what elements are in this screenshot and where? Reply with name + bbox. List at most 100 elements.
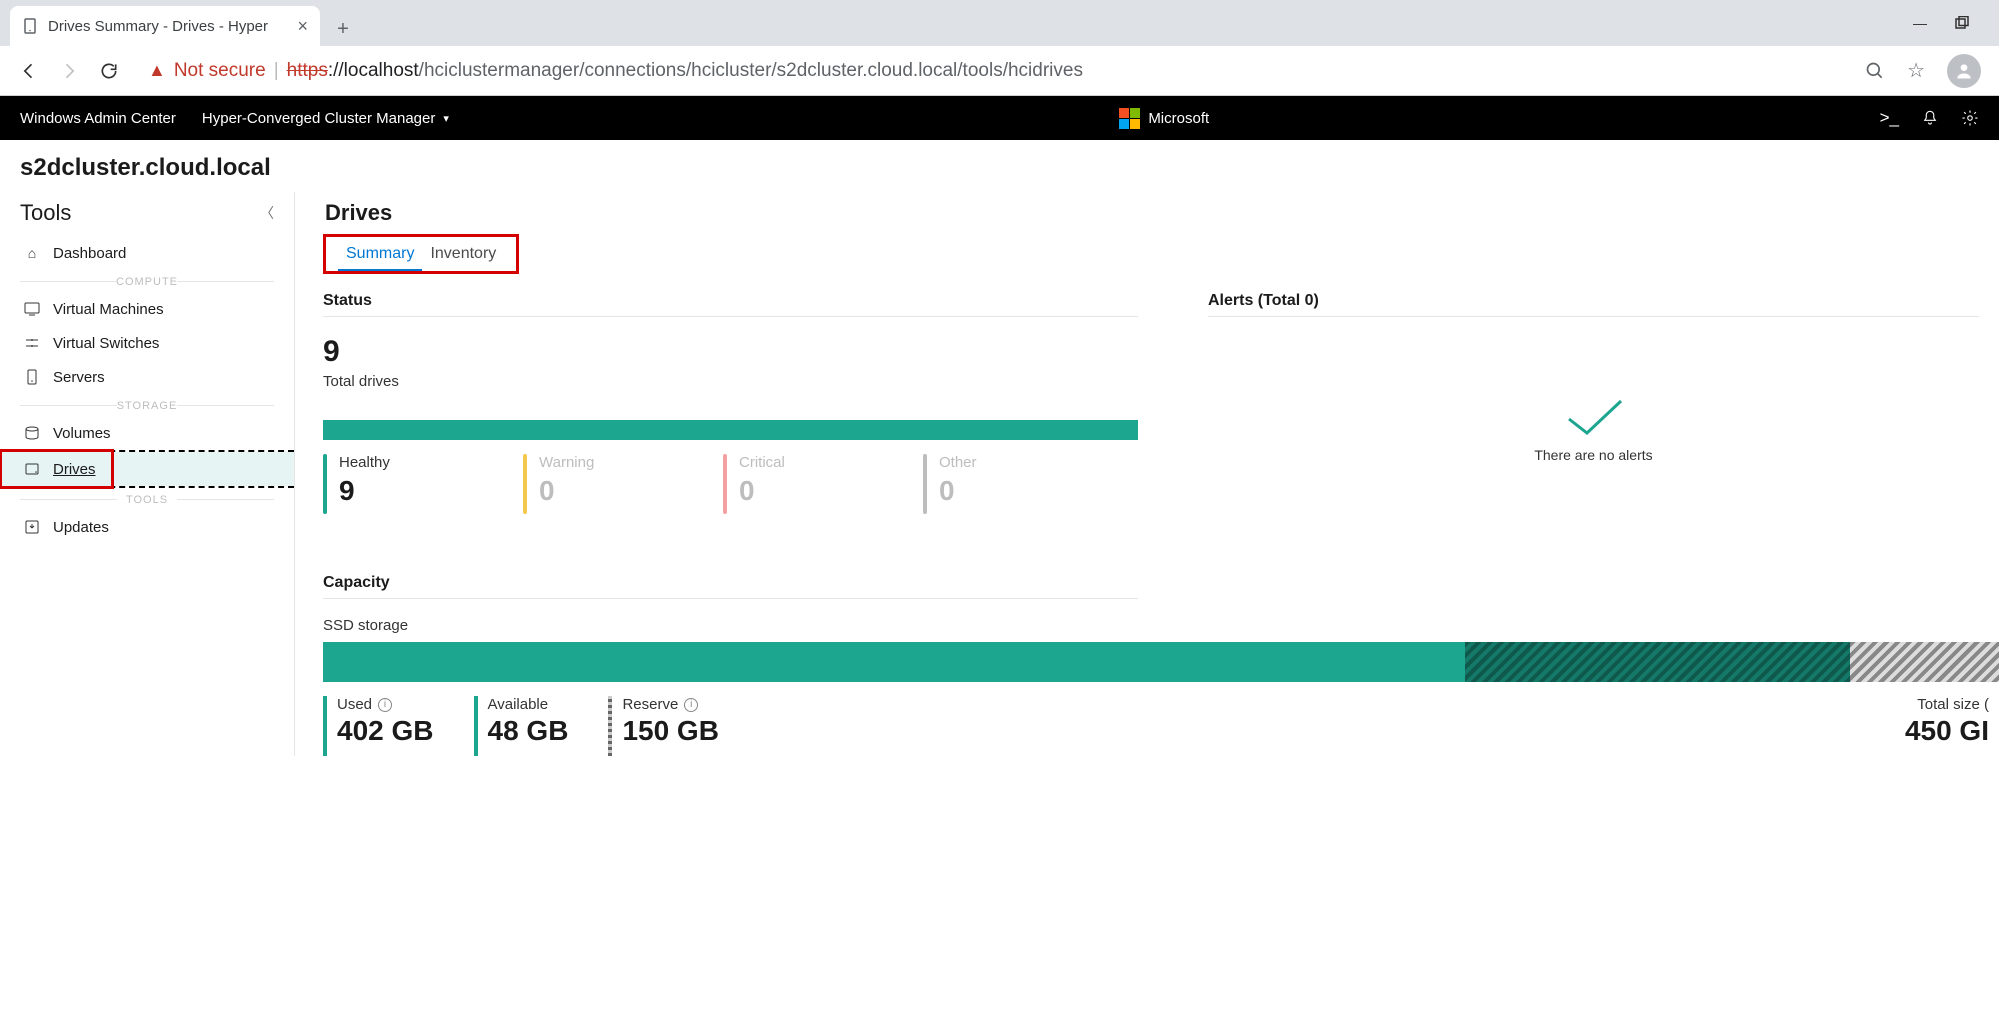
- annotation-highlight-tabs: Summary Inventory: [323, 234, 519, 274]
- capacity-card-label: Available: [488, 696, 569, 713]
- sidebar-item-label: Virtual Switches: [53, 335, 159, 352]
- cluster-name-header: s2dcluster.cloud.local: [0, 140, 1999, 192]
- page-title: Drives: [325, 200, 1999, 226]
- capacity-total-label: Total size (: [1905, 696, 1989, 713]
- reload-button[interactable]: [98, 60, 120, 82]
- sidebar-item-label: Servers: [53, 369, 105, 386]
- status-color-bar: [323, 454, 327, 514]
- collapse-sidebar-button[interactable]: 〈: [260, 203, 274, 223]
- wac-brand[interactable]: Windows Admin Center: [20, 110, 176, 127]
- forward-button[interactable]: [58, 60, 80, 82]
- sidebar-item-dashboard[interactable]: ⌂ Dashboard: [0, 236, 294, 270]
- checkmark-icon: [1559, 397, 1629, 437]
- status-card-label: Healthy: [339, 454, 390, 471]
- switch-icon: [23, 334, 41, 352]
- sidebar-item-virtual-switches[interactable]: Virtual Switches: [0, 326, 294, 360]
- capacity-card-label: Reserve: [622, 696, 678, 713]
- sidebar-section-tools: TOOLS: [0, 488, 294, 510]
- sidebar-section-compute: COMPUTE: [0, 270, 294, 292]
- capacity-cards-row: Usedi 402 GB Available 48 GB Reserve i: [323, 696, 1999, 756]
- console-icon[interactable]: >_: [1880, 108, 1899, 128]
- no-alerts-placeholder: There are no alerts: [1208, 397, 1979, 463]
- status-color-bar: [723, 454, 727, 514]
- capacity-card-used: Usedi 402 GB: [323, 696, 434, 756]
- capacity-card-total: Total size ( 450 GI: [1905, 696, 1999, 747]
- sidebar-item-label: Updates: [53, 519, 109, 536]
- sidebar-item-virtual-machines[interactable]: Virtual Machines: [0, 292, 294, 326]
- capacity-card-available: Available 48 GB: [474, 696, 569, 756]
- wac-context-dropdown[interactable]: Hyper-Converged Cluster Manager ▾: [202, 110, 449, 127]
- url-path: /hciclustermanager/connections/hcicluste…: [419, 60, 1083, 81]
- capacity-card-value: 402 GB: [337, 715, 434, 747]
- settings-icon[interactable]: [1961, 109, 1979, 127]
- close-tab-icon[interactable]: ×: [297, 16, 308, 37]
- maximize-icon[interactable]: [1955, 16, 1969, 30]
- back-button[interactable]: [18, 60, 40, 82]
- status-card-critical: Critical 0: [723, 454, 853, 514]
- volume-icon: [23, 424, 41, 442]
- minimize-icon[interactable]: —: [1913, 15, 1927, 31]
- capacity-card-value: 48 GB: [488, 715, 569, 747]
- status-card-value: 0: [939, 475, 977, 507]
- status-card-value: 0: [739, 475, 785, 507]
- sidebar-item-updates[interactable]: Updates: [0, 510, 294, 544]
- capacity-bar-reserve: [1465, 642, 1849, 682]
- zoom-icon[interactable]: [1865, 61, 1885, 81]
- sidebar-item-volumes[interactable]: Volumes: [0, 416, 294, 450]
- tab-inventory[interactable]: Inventory: [422, 241, 504, 271]
- bookmark-icon[interactable]: ☆: [1907, 58, 1925, 83]
- capacity-bar-available: [752, 642, 803, 682]
- status-card-healthy: Healthy 9: [323, 454, 453, 514]
- url-separator: |: [274, 60, 279, 82]
- browser-tab-title: Drives Summary - Drives - Hyper: [48, 18, 268, 35]
- profile-icon[interactable]: [1947, 54, 1981, 88]
- updates-icon: [23, 518, 41, 536]
- new-tab-button[interactable]: +: [326, 12, 360, 46]
- security-status-text: Not secure: [174, 60, 266, 82]
- server-icon: [23, 368, 41, 386]
- sidebar-item-servers[interactable]: Servers: [0, 360, 294, 394]
- url-scheme: https: [287, 60, 328, 81]
- main-content: Drives Summary Inventory Status 9 Total …: [295, 192, 1999, 756]
- no-alerts-text: There are no alerts: [1534, 447, 1652, 463]
- tools-title: Tools: [20, 200, 71, 226]
- sidebar-item-label: Drives: [53, 461, 96, 478]
- status-card-other: Other 0: [923, 454, 1053, 514]
- microsoft-label: Microsoft: [1148, 110, 1209, 127]
- status-color-bar: [523, 454, 527, 514]
- wac-context-label: Hyper-Converged Cluster Manager: [202, 110, 435, 127]
- capacity-bar-fill: [803, 642, 1465, 682]
- capacity-total-value: 450 GI: [1905, 715, 1989, 747]
- status-card-value: 0: [539, 475, 594, 507]
- notifications-icon[interactable]: [1921, 109, 1939, 127]
- capacity-card-reserve: Reservei 150 GB: [608, 696, 719, 756]
- browser-tab[interactable]: Drives Summary - Drives - Hyper ×: [10, 6, 320, 46]
- sidebar-item-label: Volumes: [53, 425, 111, 442]
- capacity-bar-tail: [1850, 642, 1999, 682]
- capacity-color-bar: [323, 696, 327, 756]
- capacity-section: Capacity SSD storage Usedi 402 GB: [323, 574, 1999, 756]
- sidebar-item-label: Virtual Machines: [53, 301, 164, 318]
- sidebar-item-label: Dashboard: [53, 245, 126, 262]
- total-drives-value: 9: [323, 335, 1138, 369]
- sidebar-item-drives[interactable]: Drives: [0, 452, 294, 486]
- capacity-bar: [323, 642, 1999, 682]
- info-icon[interactable]: i: [378, 698, 392, 712]
- total-drives-label: Total drives: [323, 373, 1138, 390]
- capacity-bar-used: [323, 642, 752, 682]
- wac-top-bar: Windows Admin Center Hyper-Converged Clu…: [0, 96, 1999, 140]
- info-icon[interactable]: i: [684, 698, 698, 712]
- tools-header: Tools 〈: [0, 198, 294, 236]
- page-favicon: [22, 18, 38, 34]
- address-bar[interactable]: ▲ Not secure | https://localhost/hciclus…: [138, 60, 1847, 82]
- sidebar-section-storage: STORAGE: [0, 394, 294, 416]
- microsoft-logo-icon: [1119, 108, 1140, 129]
- capacity-color-bar: [474, 696, 478, 756]
- vm-icon: [23, 300, 41, 318]
- status-card-value: 9: [339, 475, 390, 507]
- status-card-label: Other: [939, 454, 977, 471]
- tab-summary[interactable]: Summary: [338, 241, 422, 271]
- status-cards-row: Healthy 9 Warning 0 Cr: [323, 454, 1138, 514]
- status-color-bar: [923, 454, 927, 514]
- status-card-warning: Warning 0: [523, 454, 653, 514]
